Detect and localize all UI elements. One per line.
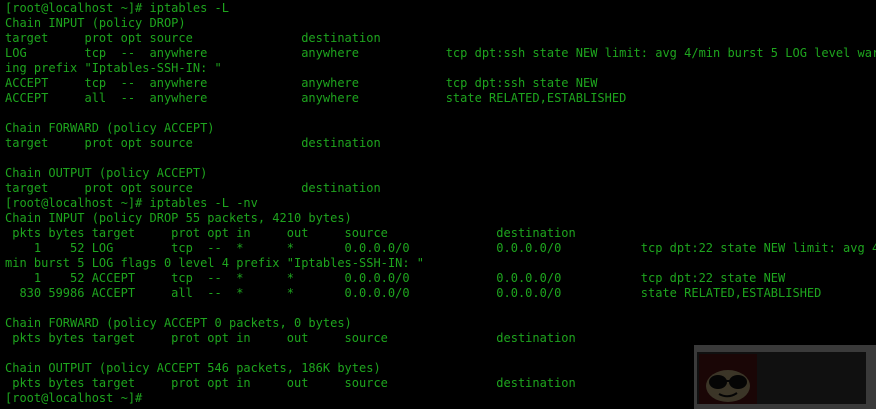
terminal-line: Chain FORWARD (policy ACCEPT 0 packets, …	[5, 316, 352, 330]
terminal-line: ACCEPT all -- anywhere anywhere state RE…	[5, 91, 627, 105]
terminal-line: 1 52 LOG tcp -- * * 0.0.0.0/0 0.0.0.0/0 …	[5, 241, 876, 255]
terminal-line: pkts bytes target prot opt in out source…	[5, 226, 576, 240]
terminal-line: ACCEPT tcp -- anywhere anywhere tcp dpt:…	[5, 76, 598, 90]
terminal-line: ing prefix "Iptables-SSH-IN: "	[5, 61, 222, 75]
terminal-line: target prot opt source destination	[5, 31, 381, 45]
terminal-line: Chain OUTPUT (policy ACCEPT)	[5, 166, 208, 180]
terminal-line: [root@localhost ~]# iptables -L	[5, 1, 229, 15]
terminal-line: 830 59986 ACCEPT all -- * * 0.0.0.0/0 0.…	[5, 286, 822, 300]
terminal-line: Chain FORWARD (policy ACCEPT)	[5, 121, 215, 135]
terminal-line: min burst 5 LOG flags 0 level 4 prefix "…	[5, 256, 425, 270]
watermark-panel	[697, 352, 866, 404]
terminal-line: [root@localhost ~]# iptables -L -nv	[5, 196, 258, 210]
terminal-line: LOG tcp -- anywhere anywhere tcp dpt:ssh…	[5, 46, 876, 60]
terminal-line: target prot opt source destination	[5, 136, 381, 150]
terminal-line: Chain INPUT (policy DROP 55 packets, 421…	[5, 211, 352, 225]
terminal-line: pkts bytes target prot opt in out source…	[5, 331, 576, 345]
terminal-line: Chain INPUT (policy DROP)	[5, 16, 186, 30]
terminal-line: target prot opt source destination	[5, 181, 381, 195]
watermark-overlay	[694, 345, 876, 409]
terminal-line: 1 52 ACCEPT tcp -- * * 0.0.0.0/0 0.0.0.0…	[5, 271, 786, 285]
mascot-logo-icon	[699, 354, 757, 404]
